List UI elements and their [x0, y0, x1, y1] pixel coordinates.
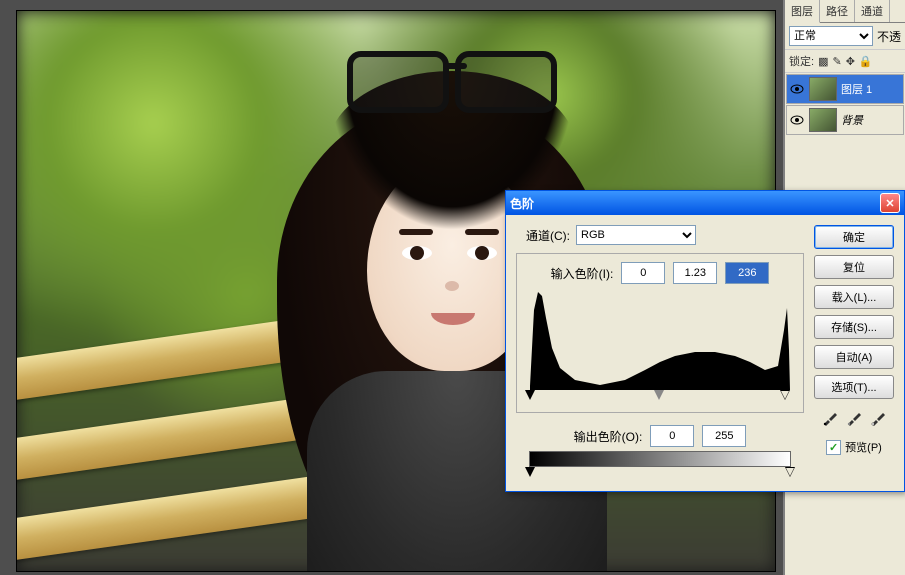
output-white-slider[interactable] — [785, 467, 795, 477]
options-button[interactable]: 选项(T)... — [814, 375, 894, 399]
output-levels-label: 输出色阶(O): — [574, 428, 643, 445]
black-eyedropper-icon[interactable] — [821, 409, 839, 427]
visibility-toggle-icon[interactable] — [789, 81, 805, 97]
lock-move-icon[interactable]: ✥ — [846, 55, 855, 68]
white-point-slider[interactable] — [780, 390, 790, 400]
channel-label: 通道(C): — [526, 227, 570, 244]
input-black-field[interactable] — [621, 262, 665, 284]
load-button[interactable]: 载入(L)... — [814, 285, 894, 309]
histogram — [530, 290, 790, 390]
input-gamma-field[interactable] — [673, 262, 717, 284]
input-sliders — [530, 390, 790, 404]
gray-eyedropper-icon[interactable] — [845, 409, 863, 427]
input-levels-group: 输入色阶(I): — [516, 253, 804, 413]
layer-thumbnail — [809, 77, 837, 101]
tab-layers[interactable]: 图层 — [785, 0, 820, 23]
lock-transparency-icon[interactable]: ▩ — [818, 55, 828, 68]
output-white-field[interactable] — [702, 425, 746, 447]
lock-paint-icon[interactable]: ✎ — [832, 55, 841, 68]
close-button[interactable]: ✕ — [880, 193, 900, 213]
dialog-title: 色阶 — [510, 195, 534, 212]
input-white-field[interactable] — [725, 262, 769, 284]
layer-row-1[interactable]: 图层 1 — [786, 74, 904, 104]
layer-name[interactable]: 图层 1 — [841, 81, 872, 97]
auto-button[interactable]: 自动(A) — [814, 345, 894, 369]
layer-thumbnail — [809, 108, 837, 132]
cancel-button[interactable]: 复位 — [814, 255, 894, 279]
tab-paths[interactable]: 路径 — [820, 0, 855, 22]
lock-all-icon[interactable]: 🔒 — [859, 55, 873, 68]
white-eyedropper-icon[interactable] — [869, 409, 887, 427]
layer-row-background[interactable]: 背景 — [786, 105, 904, 135]
close-icon: ✕ — [885, 197, 894, 210]
levels-dialog: 色阶 ✕ 通道(C): RGB 输入色阶(I): — [505, 190, 905, 492]
output-levels-group: 输出色阶(O): — [516, 425, 804, 481]
opacity-label: 不透 — [877, 28, 901, 45]
preview-label: 预览(P) — [845, 439, 882, 455]
tab-channels[interactable]: 通道 — [855, 0, 890, 22]
output-black-slider[interactable] — [525, 467, 535, 477]
channel-select[interactable]: RGB — [576, 225, 696, 245]
ok-button[interactable]: 确定 — [814, 225, 894, 249]
visibility-toggle-icon[interactable] — [789, 112, 805, 128]
output-black-field[interactable] — [650, 425, 694, 447]
blend-mode-select[interactable]: 正常 — [789, 26, 873, 46]
black-point-slider[interactable] — [525, 390, 535, 400]
input-levels-label: 输入色阶(I): — [551, 265, 614, 282]
lock-label: 锁定: — [789, 53, 814, 69]
dialog-titlebar[interactable]: 色阶 ✕ — [506, 191, 904, 215]
preview-checkbox[interactable]: ✓ — [826, 440, 841, 455]
panel-tabs: 图层 路径 通道 — [785, 0, 905, 23]
save-button[interactable]: 存储(S)... — [814, 315, 894, 339]
lock-row: 锁定: ▩ ✎ ✥ 🔒 — [785, 50, 905, 73]
gamma-slider[interactable] — [654, 390, 664, 400]
layer-name[interactable]: 背景 — [841, 112, 863, 128]
output-gradient — [529, 451, 791, 467]
